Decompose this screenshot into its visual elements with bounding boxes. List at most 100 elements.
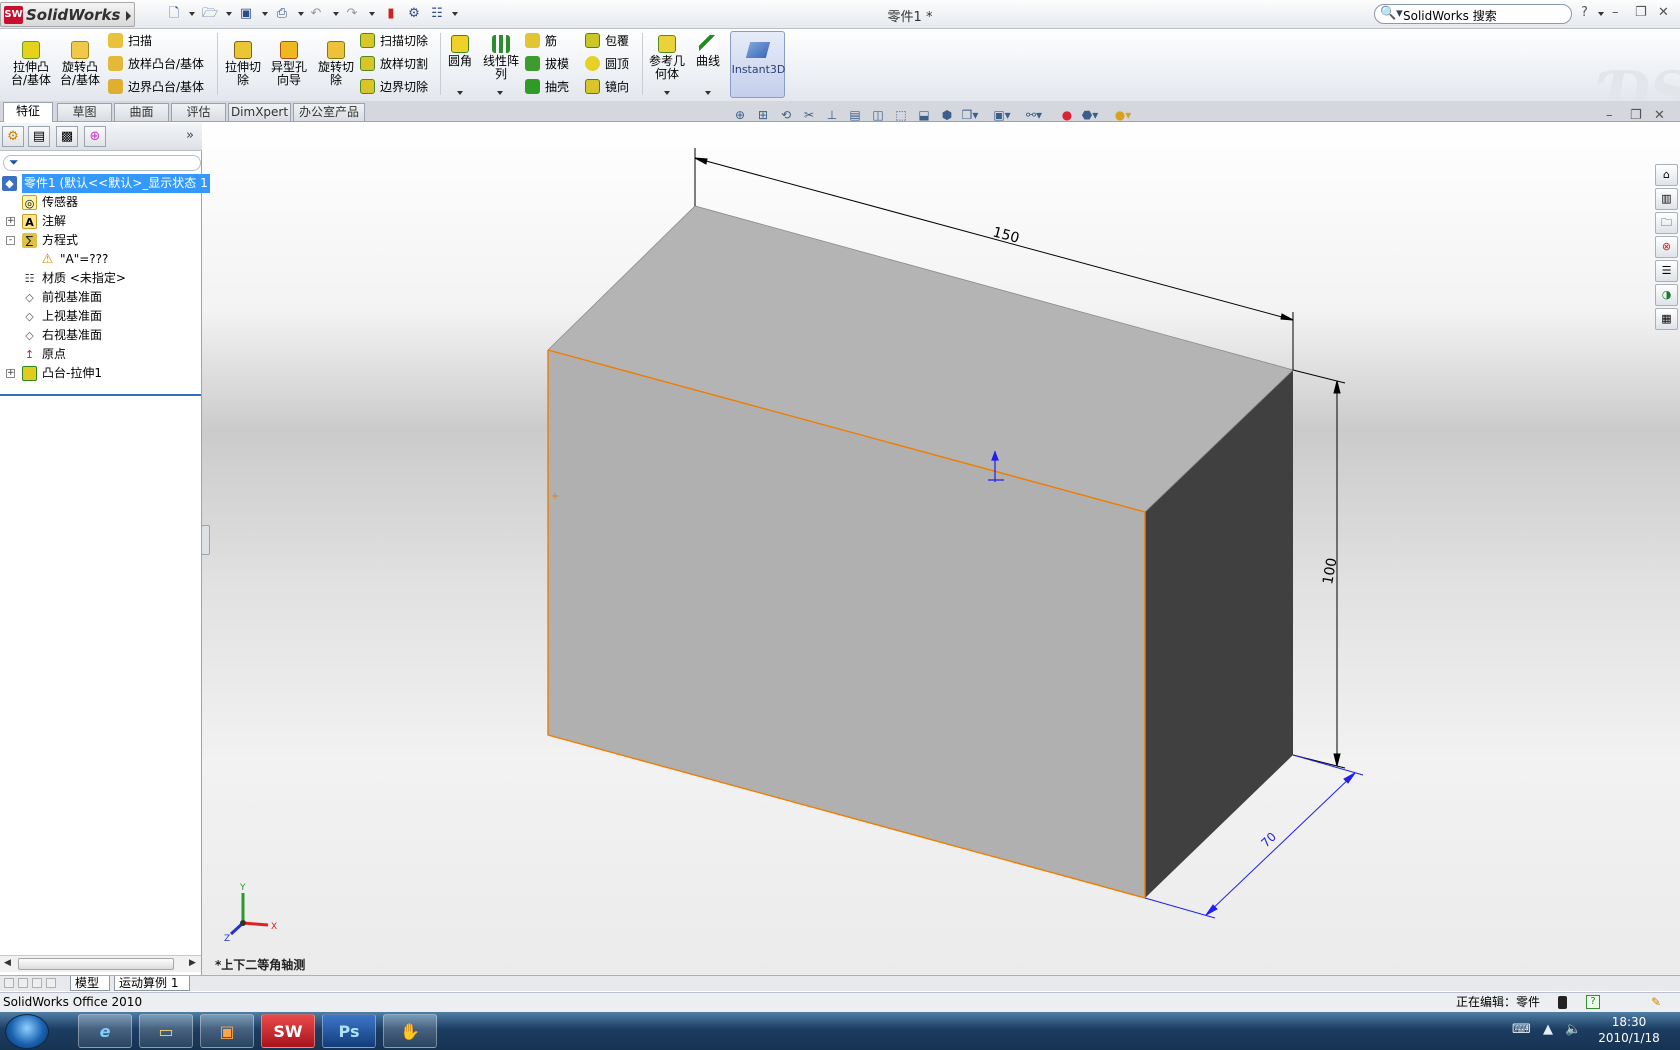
tab-features[interactable]: 特征 xyxy=(3,102,53,122)
revolve-cut-button[interactable]: 旋转切 除 xyxy=(313,41,359,87)
isometric-view-icon[interactable]: ◫ xyxy=(869,107,887,123)
feature-manager-tab-icon[interactable]: ⚙ xyxy=(2,126,24,147)
tree-item-annotations[interactable]: + A 注解 xyxy=(0,212,201,231)
hole-wizard-button[interactable]: 异型孔 向导 xyxy=(266,41,312,87)
tree-item-part[interactable]: ◆ 零件1 (默认<<默认>_显示状态 1 xyxy=(0,174,210,193)
expand-toggle-icon[interactable]: + xyxy=(6,217,15,226)
edit-appearance-icon[interactable]: ● xyxy=(1058,107,1076,123)
redo-icon[interactable]: ↷ xyxy=(342,5,362,23)
collapse-toggle-icon[interactable]: - xyxy=(6,236,15,245)
doc-close-icon[interactable]: ✕ xyxy=(1654,108,1665,123)
shell-button[interactable]: 抽壳 xyxy=(525,78,569,96)
tab-evaluate[interactable]: 评估 xyxy=(171,103,226,121)
tree-item-top-plane[interactable]: ◇ 上视基准面 xyxy=(0,307,201,326)
last-tab-icon[interactable] xyxy=(46,978,56,988)
options-dropdown-icon[interactable] xyxy=(452,12,458,16)
tree-item-front-plane[interactable]: ◇ 前视基准面 xyxy=(0,288,201,307)
reference-geometry-dropdown-icon[interactable] xyxy=(664,91,670,95)
appearances-icon[interactable]: ◑ xyxy=(1655,284,1678,306)
linear-pattern-button[interactable]: 线性阵 列 xyxy=(479,35,523,81)
solidworks-resources-icon[interactable]: ⌂ xyxy=(1655,164,1678,186)
extrude-cut-button[interactable]: 拉伸切 除 xyxy=(220,41,266,87)
property-manager-tab-icon[interactable]: ▤ xyxy=(28,126,50,147)
instant3d-button[interactable]: Instant3D xyxy=(730,31,785,98)
lofted-cut-button[interactable]: 放样切割 xyxy=(360,55,428,73)
tab-sketch[interactable]: 草图 xyxy=(57,103,112,121)
print-icon[interactable]: ⎙ xyxy=(272,5,292,23)
graphics-area[interactable]: + 150 100 70 Y X Z xyxy=(202,123,1680,975)
boundary-cut-button[interactable]: 边界切除 xyxy=(360,78,428,96)
file-properties-icon[interactable]: ⚙ xyxy=(404,5,424,23)
draft-button[interactable]: 拔模 xyxy=(525,55,569,73)
dimension-length-label[interactable]: 150 xyxy=(991,224,1021,246)
quick-tips-icon[interactable]: ? xyxy=(1586,995,1600,1009)
mirror-button[interactable]: 镜向 xyxy=(585,78,629,96)
file-explorer-icon[interactable]: 🗀 xyxy=(1655,212,1678,234)
search-results-icon[interactable]: ⊗ xyxy=(1655,236,1678,258)
tree-item-boss-extrude[interactable]: + 凸台-拉伸1 xyxy=(0,364,201,383)
dome-button[interactable]: 圆顶 xyxy=(585,55,629,73)
taskbar-photoshop[interactable]: Ps xyxy=(322,1014,376,1048)
prev-tab-icon[interactable] xyxy=(18,978,28,988)
fillet-dropdown-icon[interactable] xyxy=(457,91,463,95)
tree-item-equations[interactable]: - ∑ 方程式 xyxy=(0,231,201,250)
next-tab-icon[interactable] xyxy=(32,978,42,988)
scroll-right-icon[interactable]: ▶ xyxy=(189,958,196,968)
show-hidden-icons-icon[interactable]: ▲ xyxy=(1543,1022,1553,1037)
rebuild-status-icon[interactable] xyxy=(1558,996,1567,1009)
boundary-boss-button[interactable]: 边界凸台/基体 xyxy=(108,78,204,96)
start-button[interactable] xyxy=(5,1014,49,1049)
normal-to-icon[interactable]: ⊥ xyxy=(823,107,841,123)
expand-toggle-icon[interactable]: + xyxy=(6,369,15,378)
keyboard-icon[interactable]: ⌨ xyxy=(1512,1022,1531,1037)
system-clock[interactable]: 18:30 2010/1/18 xyxy=(1584,1014,1674,1046)
print-dropdown-icon[interactable] xyxy=(298,12,304,16)
revolve-boss-button[interactable]: 旋转凸 台/基体 xyxy=(57,41,103,87)
tab-motion-study[interactable]: 运动算例 1 xyxy=(114,976,190,991)
tab-model[interactable]: 模型 xyxy=(70,976,110,991)
hide-show-items-icon[interactable]: ⚯▾ xyxy=(1025,107,1043,123)
horizontal-scrollbar[interactable]: ◀ ▶ xyxy=(0,955,201,972)
search-box[interactable]: 🔍▾ SolidWorks 搜索 xyxy=(1374,4,1572,24)
swept-cut-button[interactable]: 扫描切除 xyxy=(360,32,428,50)
rib-button[interactable]: 筋 xyxy=(525,32,557,50)
new-dropdown-icon[interactable] xyxy=(189,12,195,16)
display-style-icon[interactable]: ▣▾ xyxy=(993,107,1011,123)
taskbar-hand-tool[interactable]: ✋ xyxy=(383,1014,437,1048)
open-dropdown-icon[interactable] xyxy=(226,12,232,16)
wireframe-icon[interactable]: ⬚ xyxy=(892,107,910,123)
help-icon[interactable]: ? xyxy=(1581,5,1588,20)
new-document-icon[interactable]: 🗋 xyxy=(164,5,184,23)
view-orientation-icon[interactable]: ❒▾ xyxy=(961,107,979,123)
rollback-bar[interactable] xyxy=(0,394,201,396)
apply-scene-icon[interactable]: ⬣▾ xyxy=(1081,107,1099,123)
tree-item-right-plane[interactable]: ◇ 右视基准面 xyxy=(0,326,201,345)
view-palette-icon[interactable]: ☰ xyxy=(1655,260,1678,282)
undo-icon[interactable]: ↶ xyxy=(306,5,326,23)
front-view-icon[interactable]: ▤ xyxy=(846,107,864,123)
tab-surfaces[interactable]: 曲面 xyxy=(114,103,169,121)
customize-status-icon[interactable]: ✎ xyxy=(1651,993,1661,1012)
custom-properties-icon[interactable]: ▦ xyxy=(1655,308,1678,330)
save-dropdown-icon[interactable] xyxy=(262,12,268,16)
loft-boss-button[interactable]: 放样凸台/基体 xyxy=(108,55,204,73)
close-icon[interactable]: ✕ xyxy=(1658,5,1669,20)
fillet-button[interactable]: 圆角 xyxy=(443,35,477,68)
scroll-thumb[interactable] xyxy=(18,958,174,970)
search-icon[interactable]: 🔍▾ xyxy=(1380,6,1403,21)
dimension-height-label[interactable]: 100 xyxy=(1320,557,1340,586)
taskbar-presentation[interactable]: ▣ xyxy=(200,1014,254,1048)
linear-pattern-dropdown-icon[interactable] xyxy=(497,91,503,95)
help-dropdown-icon[interactable] xyxy=(1598,12,1604,16)
volume-icon[interactable]: 🔈 xyxy=(1565,1022,1581,1037)
pane-collapse-handle[interactable] xyxy=(201,525,210,555)
tree-item-material[interactable]: ☷ 材质 <未指定> xyxy=(0,269,201,288)
design-library-icon[interactable]: ▥ xyxy=(1655,188,1678,210)
doc-minimize-icon[interactable]: – xyxy=(1606,108,1613,123)
tree-item-equation-a[interactable]: ⚠ "A"=??? xyxy=(0,250,201,269)
taskbar-internet-explorer[interactable]: e xyxy=(78,1014,132,1048)
tree-item-sensors[interactable]: ◎ 传感器 xyxy=(0,193,201,212)
rebuild-traffic-light-icon[interactable]: ▮ xyxy=(381,5,401,23)
sweep-button[interactable]: 扫描 xyxy=(108,32,152,50)
taskbar-solidworks[interactable]: SW xyxy=(261,1014,315,1048)
